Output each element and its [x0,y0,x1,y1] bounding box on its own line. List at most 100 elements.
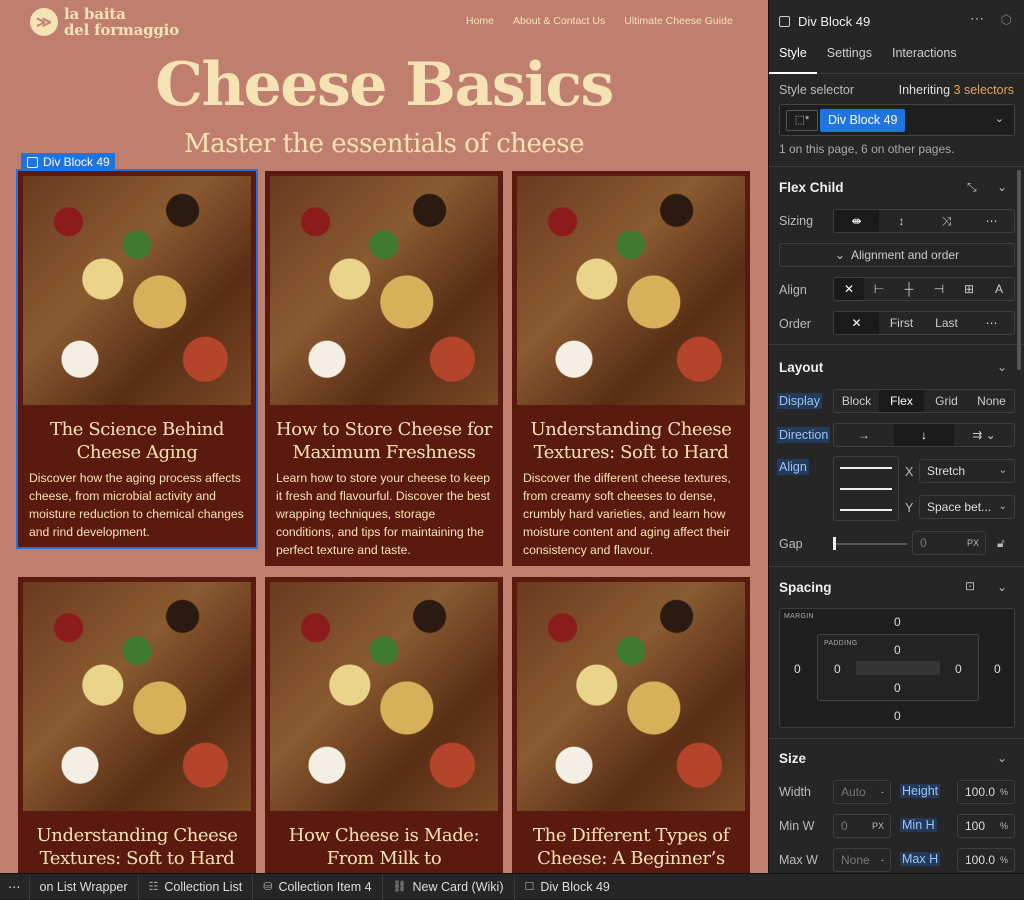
selector-chip[interactable]: Div Block 49 [820,109,906,132]
nav-link-guide[interactable]: Ultimate Cheese Guide [624,15,733,27]
div-block-icon: ☐ [524,881,535,893]
section-title-layout[interactable]: Layout [779,360,823,375]
align-preview-icon[interactable] [833,456,899,521]
inheriting-info[interactable]: Inheriting 3 selectors [899,83,1014,97]
breadcrumb-item-list-wrapper[interactable]: on List Wrapper [30,873,139,900]
component-icon[interactable]: ⬡ [1001,12,1012,28]
chevron-down-icon[interactable]: ⌄ [997,360,1007,374]
order-first[interactable]: First [879,312,924,334]
display-grid[interactable]: Grid [924,390,969,412]
more-options-icon[interactable]: ⋯ [969,210,1014,232]
selector-add-icon[interactable]: ⬚* [786,110,818,131]
section-title-spacing[interactable]: Spacing [779,580,832,595]
chevron-down-icon[interactable]: ⌄ [997,580,1007,594]
site-logo[interactable]: ≫ la baita del formaggio [30,6,179,38]
chevron-down-icon[interactable]: ⌄ [997,180,1007,194]
spacing-box-model: MARGIN 0 0 0 0 PADDING 0 0 0 0 [779,608,1015,728]
designer-canvas[interactable]: ≫ la baita del formaggio Home About & Co… [0,0,768,873]
logo-line-2: del formaggio [64,21,179,39]
nav-link-about[interactable]: About & Contact Us [513,15,605,27]
min-width-input[interactable]: 0 PX [833,814,891,838]
card-5[interactable]: How Cheese is Made: From Milk to Masterp… [265,577,503,873]
breadcrumb-item-collection-item[interactable]: ⛁ Collection Item 4 [253,873,383,900]
direction-column-icon[interactable]: ↓ [894,424,954,446]
max-width-label: Max W [779,853,818,867]
align-center-icon[interactable]: ┼ [894,278,924,300]
wrap-icon[interactable]: ⇉ ⌄ [954,424,1014,446]
direction-row-icon[interactable]: → [834,424,894,446]
lock-icon[interactable]: 🔓︎ [997,536,1005,551]
card-2[interactable]: How to Store Cheese for Maximum Freshnes… [265,171,503,566]
card-1[interactable]: The Science Behind Cheese Aging Discover… [16,169,258,549]
style-selector-field[interactable]: ⬚* Div Block 49 ⌄ [779,104,1015,136]
breadcrumb-item-div-block[interactable]: ☐ Div Block 49 [515,874,620,900]
no-shrink-icon[interactable]: ⤨ [924,210,969,232]
selected-element-tag[interactable]: Div Block 49 [21,153,115,171]
none-icon[interactable]: ✕ [834,278,864,300]
sizing-label: Sizing [779,214,814,228]
selector-usage-note: 1 on this page, 6 on other pages. [779,142,955,156]
card-title: How Cheese is Made: From Milk to Masterp… [288,825,480,873]
margin-left-value[interactable]: 0 [794,662,801,676]
breadcrumb-item-collection-list[interactable]: ☷ Collection List [139,873,254,900]
breadcrumb-item-new-card[interactable]: ⛓ New Card (Wiki) [383,873,515,900]
shrink-icon[interactable]: ⇼ [834,210,879,232]
more-options-icon[interactable]: ⋯ [0,873,30,900]
more-options-icon[interactable]: ⋯ [969,312,1014,334]
section-title-flex-child[interactable]: Flex Child [779,180,844,195]
order-last[interactable]: Last [924,312,969,334]
align-y-dropdown[interactable]: Space bet... ⌄ [919,495,1015,519]
grow-icon[interactable]: ↕ [879,210,924,232]
display-label: Display [777,393,822,409]
margin-right-value[interactable]: 0 [994,662,1001,676]
margin-bottom-value[interactable]: 0 [894,709,901,723]
min-height-input[interactable]: 100% [957,814,1015,838]
card-6[interactable]: The Different Types of Cheese: A Beginne… [512,577,750,873]
logo-mark-icon: ≫ [30,8,58,36]
align-start-icon[interactable]: ⊢ [864,278,894,300]
display-flex[interactable]: Flex [879,390,924,412]
panel-scrollbar[interactable] [1017,170,1021,370]
gap-slider-track[interactable] [833,543,907,545]
tab-interactions[interactable]: Interactions [882,44,967,73]
padding-left-value[interactable]: 0 [834,662,841,676]
expand-icon[interactable]: ⤡ [967,180,977,195]
padding-top-value[interactable]: 0 [894,643,901,657]
gap-slider-handle[interactable] [833,537,836,550]
spacing-mode-icon[interactable]: ⊡ [965,579,975,593]
hero-title: Cheese Basics [155,50,614,120]
align-baseline-icon[interactable]: A [984,278,1014,300]
cheese-board-image [270,582,498,811]
height-input[interactable]: 100.0% [957,780,1015,804]
align-end-icon[interactable]: ⊣ [924,278,954,300]
nav-link-home[interactable]: Home [466,15,494,27]
chevron-down-icon[interactable]: ⌄ [995,112,1004,125]
padding-bottom-value[interactable]: 0 [894,681,901,695]
align-stretch-icon[interactable]: ⊞ [954,278,984,300]
max-width-input[interactable]: None - [833,848,891,872]
more-options-icon[interactable]: ⋯ [970,10,984,27]
tab-settings[interactable]: Settings [817,44,882,73]
margin-top-value[interactable]: 0 [894,615,901,629]
display-block[interactable]: Block [834,390,879,412]
card-3[interactable]: Understanding Cheese Textures: Soft to H… [512,171,750,566]
card-4[interactable]: Understanding Cheese Textures: Soft to H… [18,577,256,873]
align-x-dropdown[interactable]: Stretch ⌄ [919,459,1015,483]
display-none[interactable]: None [969,390,1014,412]
alignment-and-order-button[interactable]: ⌄ Alignment and order [779,243,1015,267]
card-title: The Different Types of Cheese: A Beginne… [533,825,729,869]
width-input[interactable]: Auto - [833,780,891,804]
link-icon: ⛓ [392,881,407,893]
padding-right-value[interactable]: 0 [955,662,962,676]
section-title-size[interactable]: Size [779,751,806,766]
none-icon[interactable]: ✕ [834,312,879,334]
max-height-input[interactable]: 100.0% [957,848,1015,872]
order-control: ✕ First Last ⋯ [833,311,1015,335]
site-nav: Home About & Contact Us Ultimate Cheese … [466,15,733,27]
hero-subtitle: Master the essentials of cheese [183,129,585,159]
chevron-down-icon[interactable]: ⌄ [997,751,1007,765]
align-self-control: ✕ ⊢ ┼ ⊣ ⊞ A [833,277,1015,301]
gap-input[interactable]: 0 PX [912,531,986,555]
tab-style[interactable]: Style [769,44,817,74]
logo-line-1: la baita [64,5,126,23]
